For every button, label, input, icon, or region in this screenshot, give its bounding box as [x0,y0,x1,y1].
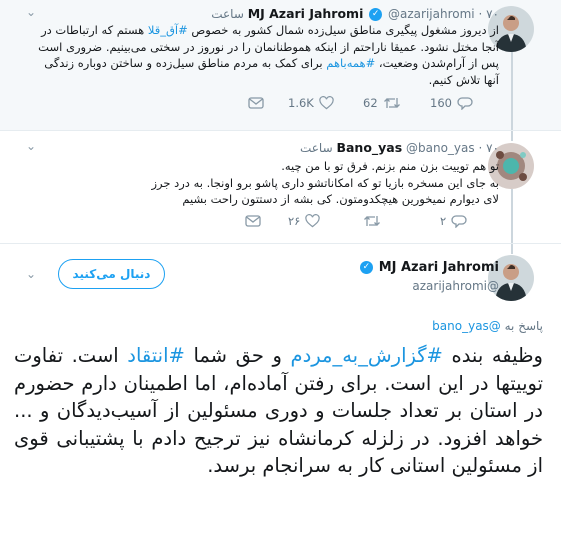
retweet-count: 62 [363,96,378,110]
tweet-text: وظیفه بنده #گزارش_به_مردم و حق شما #انتق… [14,344,543,477]
dm-icon [245,215,261,227]
like-icon [305,214,321,228]
reply-icon [457,97,473,110]
dm-action[interactable] [245,214,261,228]
following-button[interactable]: دنبال می‌کنید [58,259,165,289]
dm-icon [248,97,264,109]
thread-line [511,131,513,141]
thread-line [511,48,513,130]
verified-icon: ✓ [359,261,373,274]
author-name[interactable]: MJ Azari Jahromi [379,260,499,275]
tweet-azarijahromi-main: MJ Azari Jahromi ✓ @azarijahromi ⌄ دنبال… [0,243,561,547]
reply-count: 160 [430,96,452,110]
author-handle[interactable]: @bano_yas [406,141,475,155]
tweet-text: از دیروز مشغول پیگیری مناطق سیل‌زده شمال… [38,23,499,87]
tweet-header: MJ Azari Jahromi ✓ [358,260,499,275]
hashtag[interactable]: #آق_قلا [148,23,188,37]
reply-action[interactable]: 160 [430,96,473,110]
verified-icon: ✓ [369,8,383,21]
author-handle[interactable]: @azarijahromi [412,279,499,293]
author-handle[interactable]: @azarijahromi [388,7,475,21]
hashtag[interactable]: #گزارش_به_مردم [291,344,443,367]
reply-action[interactable]: ۲ [440,214,467,228]
tweet-bano-yas[interactable]: Bano_yas @bano_yas · ۷۰ ساعت ⌄ تو هم توی… [0,130,561,244]
reply-count: ۲ [440,214,447,228]
tweet-text: تو هم توییت بزن منم بزنم. فرق تو با من چ… [151,159,499,206]
thread-line [511,189,513,244]
retweet-action[interactable]: 62 [363,96,401,110]
caret-down-icon[interactable]: ⌄ [26,139,36,153]
caret-down-icon[interactable]: ⌄ [26,267,36,281]
retweet-icon [364,216,380,226]
like-action[interactable]: 1.6K [288,96,334,110]
thread-line [511,244,513,254]
retweet-icon [383,98,400,108]
retweet-action[interactable] [363,214,381,228]
hashtag[interactable]: #انتقاد [127,344,185,367]
like-count: ۲۶ [288,214,301,228]
like-action[interactable]: ۲۶ [288,214,321,228]
tweet-azarijahromi-1[interactable]: MJ Azari Jahromi ✓ @azarijahromi · ۷۰ سا… [0,0,561,130]
like-count: 1.6K [288,96,314,110]
tweet-header: Bano_yas @bano_yas · ۷۰ ساعت [299,140,499,155]
reply-context: پاسخ به @bano_yas [432,319,543,333]
caret-down-icon[interactable]: ⌄ [26,5,36,19]
hashtag[interactable]: #همه‌باهم [326,56,375,70]
reply-to-handle[interactable]: @bano_yas [432,319,501,333]
author-name[interactable]: Bano_yas [336,140,402,155]
dm-action[interactable] [248,96,264,110]
author-name[interactable]: MJ Azari Jahromi [248,6,364,21]
like-icon [319,96,334,110]
reply-icon [451,215,467,228]
tweet-header: MJ Azari Jahromi ✓ @azarijahromi · ۷۰ سا… [211,6,499,21]
